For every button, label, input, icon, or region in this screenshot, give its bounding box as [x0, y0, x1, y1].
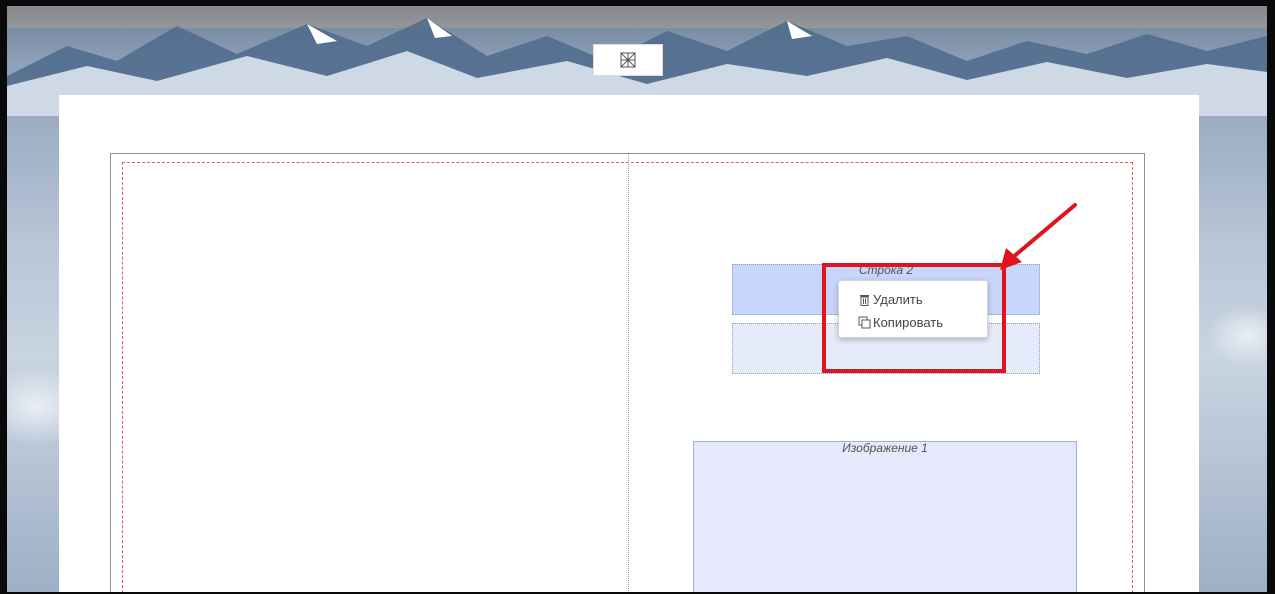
annotation-arrow-icon [1000, 203, 1077, 270]
document-page: Строка 2 Изображение 1 [59, 95, 1199, 592]
screenshot-frame: Строка 2 Изображение 1 Удалить Копироват… [0, 0, 1275, 594]
annotation-highlight-box [822, 263, 1006, 373]
background-mountain-photo: Строка 2 Изображение 1 [7, 6, 1267, 592]
spread-fold-line [628, 154, 629, 592]
broken-image-icon [620, 52, 636, 68]
image-placeholder[interactable]: Изображение 1 [693, 441, 1077, 592]
image-label: Изображение 1 [842, 441, 928, 455]
page-logo-placeholder[interactable] [593, 44, 663, 76]
